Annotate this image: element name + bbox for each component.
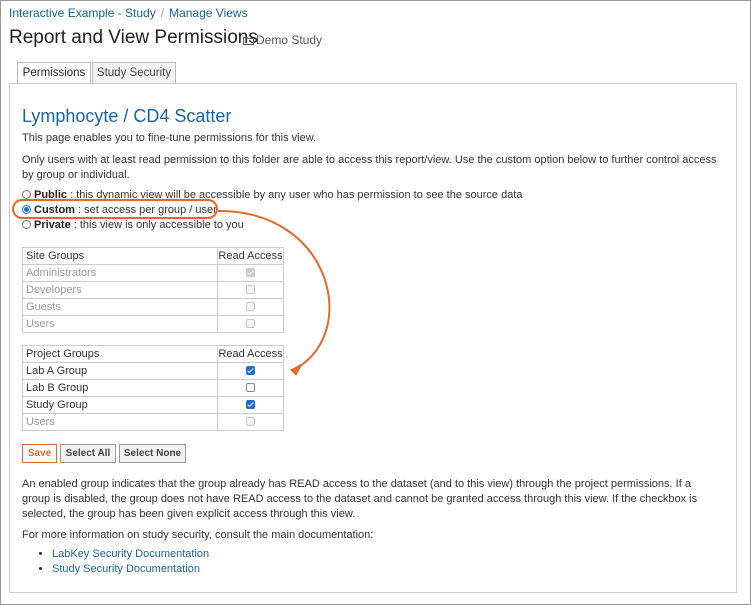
project-groups-table: Project Groups Read Access Lab A Group L… (22, 345, 284, 431)
breadcrumb-separator: / (160, 6, 165, 20)
intro-text: This page enables you to fine-tune permi… (22, 132, 317, 144)
explanation-text: An enabled group indicates that the grou… (22, 478, 698, 520)
public-radio[interactable] (22, 190, 31, 199)
view-title: Lymphocyte / CD4 Scatter (22, 106, 232, 126)
group-name: Study Group (22, 396, 218, 414)
study-security-doc-link[interactable]: Study Security Documentation (52, 563, 200, 575)
group-name: Guests (22, 298, 218, 316)
breadcrumb-link-manage-views[interactable]: Manage Views (169, 6, 248, 20)
group-name: Developers (22, 281, 218, 299)
labkey-security-doc-link[interactable]: LabKey Security Documentation (52, 548, 209, 560)
custom-option-highlight (12, 199, 218, 219)
table-row: Developers (22, 281, 284, 299)
table-row: Lab B Group (22, 379, 284, 397)
page-title: Report and View Permissions (9, 27, 258, 48)
list-item: Study Security Documentation (52, 562, 209, 577)
folder-label[interactable]: Demo Study (243, 33, 322, 47)
select-none-button[interactable]: Select None (119, 444, 186, 463)
more-info-text: For more information on study security, … (22, 529, 374, 541)
list-item: LabKey Security Documentation (52, 547, 209, 562)
read-access-checkbox (246, 268, 255, 277)
breadcrumb-link-study[interactable]: Interactive Example - Study (9, 6, 156, 20)
private-radio[interactable] (22, 220, 31, 229)
table-row: Users (22, 413, 284, 431)
save-button[interactable]: Save (22, 444, 57, 463)
table-row: Guests (22, 298, 284, 316)
read-access-checkbox[interactable] (246, 383, 255, 392)
group-name: Users (22, 315, 218, 333)
read-access-checkbox (246, 319, 255, 328)
read-access-checkbox (246, 302, 255, 311)
column-header: Read Access (217, 345, 284, 363)
column-header: Site Groups (22, 247, 218, 265)
column-header: Project Groups (22, 345, 218, 363)
table-row: Administrators (22, 264, 284, 282)
group-name: Users (22, 413, 218, 431)
access-note: Only users with at least read permission… (22, 154, 717, 181)
select-all-button[interactable]: Select All (60, 444, 116, 463)
breadcrumb: Interactive Example - Study / Manage Views (9, 6, 248, 20)
tab-permissions[interactable]: Permissions (17, 62, 91, 84)
group-name: Lab A Group (22, 362, 218, 380)
read-access-checkbox[interactable] (246, 366, 255, 375)
site-groups-table: Site Groups Read Access Administrators D… (22, 247, 284, 333)
column-header: Read Access (217, 247, 284, 265)
option-desc: : this view is only accessible to you (70, 219, 244, 231)
read-access-checkbox[interactable] (246, 400, 255, 409)
option-private[interactable]: Private : this view is only accessible t… (22, 218, 244, 232)
documentation-links: LabKey Security Documentation Study Secu… (22, 547, 209, 577)
folder-icon (243, 37, 254, 45)
group-name: Lab B Group (22, 379, 218, 397)
read-access-checkbox (246, 417, 255, 426)
table-row: Lab A Group (22, 362, 284, 380)
option-label: Private (34, 219, 71, 231)
group-name: Administrators (22, 264, 218, 282)
table-row: Study Group (22, 396, 284, 414)
folder-name: Demo Study (256, 33, 323, 47)
read-access-checkbox (246, 285, 255, 294)
table-row: Users (22, 315, 284, 333)
tab-study-security[interactable]: Study Security (92, 62, 176, 83)
